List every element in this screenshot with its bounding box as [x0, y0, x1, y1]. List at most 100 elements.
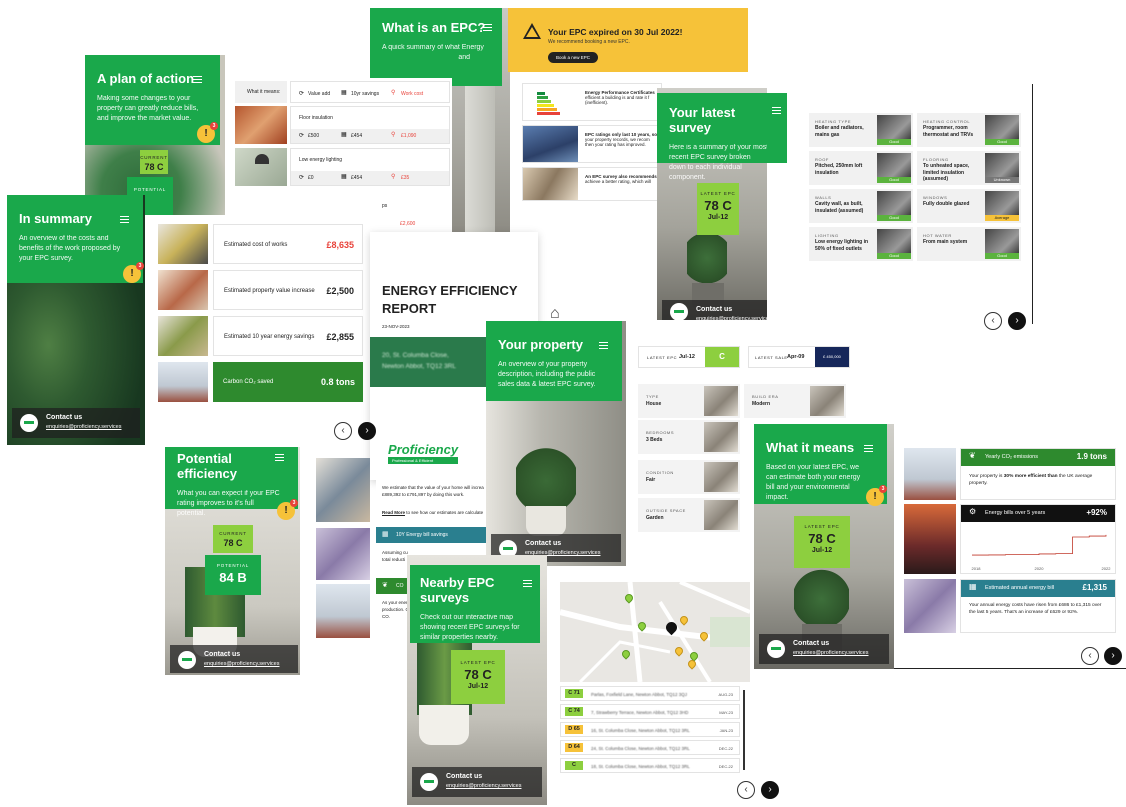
plant-coins-photo [158, 316, 208, 356]
book-epc-button[interactable]: Book a new EPC [548, 52, 599, 63]
latest-epc-value: 78 C [704, 198, 732, 213]
nearby-row[interactable]: C 74 7, Strawberry Terrace, Newton Abbot,… [560, 704, 740, 719]
epc-expired-banner: Your EPC expired on 30 Jul 2022! We reco… [508, 8, 748, 72]
summary-row: Estimated 10 year energy savings £2,855 [213, 316, 363, 356]
epc-info-text: then your rating has improved. [585, 142, 646, 147]
component-label: HEATING CONTROL [923, 119, 971, 124]
contact-title: Contact us [446, 773, 483, 780]
measure-item[interactable]: Floor insulation ⟳ £500 ▦ £454 ⚲ £1,090 [290, 106, 450, 144]
menu-icon[interactable] [599, 342, 608, 349]
contact-bar[interactable]: Contact us enquiries@proficiency.service… [759, 634, 889, 664]
contact-title: Contact us [46, 414, 83, 421]
scrollbar[interactable] [743, 690, 745, 770]
nearby-row[interactable]: C 18, St. Columba Close, Newton Abbot, TQ… [560, 758, 740, 773]
prev-button[interactable]: ‹ [334, 422, 352, 440]
report-address-line: Newton Abbot, TQ12 3RL [382, 363, 456, 370]
prev-button[interactable]: ‹ [984, 312, 1002, 330]
nearby-row[interactable]: C 71 Parlas, Foxfield Lane, Newton Abbot,… [560, 686, 740, 701]
summary-row-label: Estimated property value increase [224, 288, 315, 294]
pylon-photo [904, 504, 956, 574]
component-cell[interactable]: LIGHTING Low energy lighting in 50% of fi… [809, 227, 913, 261]
prev-button[interactable]: ‹ [737, 781, 755, 799]
contact-email[interactable]: enquiries@proficiency.services [204, 661, 290, 667]
survey-card: Your latest survey Here is a summary of … [657, 93, 767, 181]
menu-icon[interactable] [120, 216, 129, 223]
warning-badge[interactable]: ! 3 [197, 122, 218, 143]
measure-partial: ps [382, 203, 388, 209]
potential-label: POTENTIAL [216, 563, 250, 568]
menu-icon[interactable] [772, 107, 781, 114]
component-cell[interactable]: WINDOWS Fully double glazed Average [917, 189, 1021, 223]
nearby-row[interactable]: D 64 24, St. Columba Close, Newton Abbot,… [560, 740, 740, 755]
warning-badge[interactable]: ! 3 [277, 499, 298, 520]
co2-row: Carbon CO₂ saved 0.8 tons [213, 362, 363, 402]
legend-cost: Work cost [401, 91, 424, 97]
measure-item[interactable]: Low energy lighting ⟳ £0 ▦ £454 ⚲ £35 [290, 148, 450, 186]
chimney-photo [316, 584, 370, 638]
component-label: HOT WATER [923, 233, 952, 238]
co2-text: As your ener [382, 600, 408, 605]
menu-icon[interactable] [193, 76, 202, 83]
menu-icon[interactable] [275, 454, 284, 461]
house-model-photo [158, 270, 208, 310]
component-cell[interactable]: FLOORING To unheated space, limited insul… [917, 151, 1021, 185]
assume-text: total reducti [382, 557, 406, 562]
component-label: ROOF [815, 157, 829, 162]
next-button[interactable]: › [358, 422, 376, 440]
brand-name: Proficiency [388, 442, 459, 457]
summary-row: Estimated property value increase £2,500 [213, 270, 363, 310]
component-cell[interactable]: ROOF Pitched, 250mm loft insulation Good [809, 151, 913, 185]
component-label: WALLS [815, 195, 832, 200]
bills-title: Energy bills over 5 years [985, 510, 1046, 516]
property-attribute: OUTSIDE SPACE Garden [638, 498, 740, 532]
menu-icon[interactable] [483, 24, 492, 31]
plan-title: A plan of action [97, 71, 195, 86]
next-button[interactable]: › [1008, 312, 1026, 330]
contact-email[interactable]: enquiries@proficiency.services [696, 316, 767, 320]
property-attribute: CONDITION Fair [638, 460, 740, 494]
co2-text: Your property is [969, 474, 1004, 479]
contact-email[interactable]: enquiries@proficiency.services [446, 783, 534, 789]
latest-epc-label: LATEST EPC [700, 191, 736, 196]
next-button[interactable]: › [1104, 647, 1122, 665]
potential-panel: Potential efficiency What you can expect… [165, 447, 300, 675]
component-cell[interactable]: HEATING TYPE Boiler and radiators, mains … [809, 113, 913, 147]
menu-icon[interactable] [523, 580, 532, 587]
component-cell[interactable]: HEATING CONTROL Programmer, room thermost… [917, 113, 1021, 147]
contact-bar[interactable]: Contact us enquiries@proficiency.service… [12, 408, 140, 438]
summary-rows: Estimated cost of works £8,635 Estimated… [150, 218, 370, 418]
read-more-link[interactable]: Read More [382, 510, 405, 515]
potential-card: Potential efficiency What you can expect… [165, 447, 298, 517]
annual-bill-card: ▦ Estimated annual energy bill £1,315 Yo… [960, 579, 1116, 633]
contact-email[interactable]: enquiries@proficiency.services [793, 650, 881, 656]
attribute-photo [704, 462, 738, 492]
menu-icon[interactable] [864, 445, 873, 452]
nearby-date: MAY-23 [719, 710, 733, 715]
potential-epc-box: POTENTIAL 84 B [205, 555, 261, 595]
nearby-map[interactable] [560, 582, 750, 682]
contact-bar[interactable]: Contact us enquiries@proficiency.service… [412, 767, 542, 797]
contact-email[interactable]: enquiries@proficiency.services [46, 424, 132, 430]
epc-scale-graphic [537, 92, 561, 116]
measure-name: Floor insulation [299, 115, 333, 121]
survey-photo [523, 168, 578, 200]
contact-bar[interactable]: Contact us enquiries@proficiency.service… [662, 300, 767, 320]
component-photo: Good [877, 115, 911, 145]
prev-button[interactable]: ‹ [1081, 647, 1099, 665]
epc-info-text: (inefficient). [585, 100, 609, 105]
nearby-row[interactable]: D 65 16, St. Columba Close, Newton Abbot,… [560, 722, 740, 737]
legend-savings: 10yr savings [351, 91, 380, 97]
drill-photo [158, 224, 208, 264]
next-button[interactable]: › [761, 781, 779, 799]
warning-icon-inner [526, 27, 538, 37]
nearby-rating: D 64 [565, 743, 583, 752]
contact-bar[interactable]: Contact us enquiries@proficiency.service… [170, 645, 298, 673]
warning-badge[interactable]: ! 3 [123, 262, 144, 283]
warning-badge[interactable]: ! 3 [866, 485, 887, 506]
property-card: Your property An overview of your proper… [486, 321, 622, 401]
component-cell[interactable]: HOT WATER From main system Good [917, 227, 1021, 261]
current-label: CURRENT [219, 531, 247, 536]
property-panel: Your property An overview of your proper… [486, 321, 626, 566]
component-cell[interactable]: WALLS Cavity wall, as built, insulated (a… [809, 189, 913, 223]
property-desc: An overview of your property description… [498, 361, 596, 389]
